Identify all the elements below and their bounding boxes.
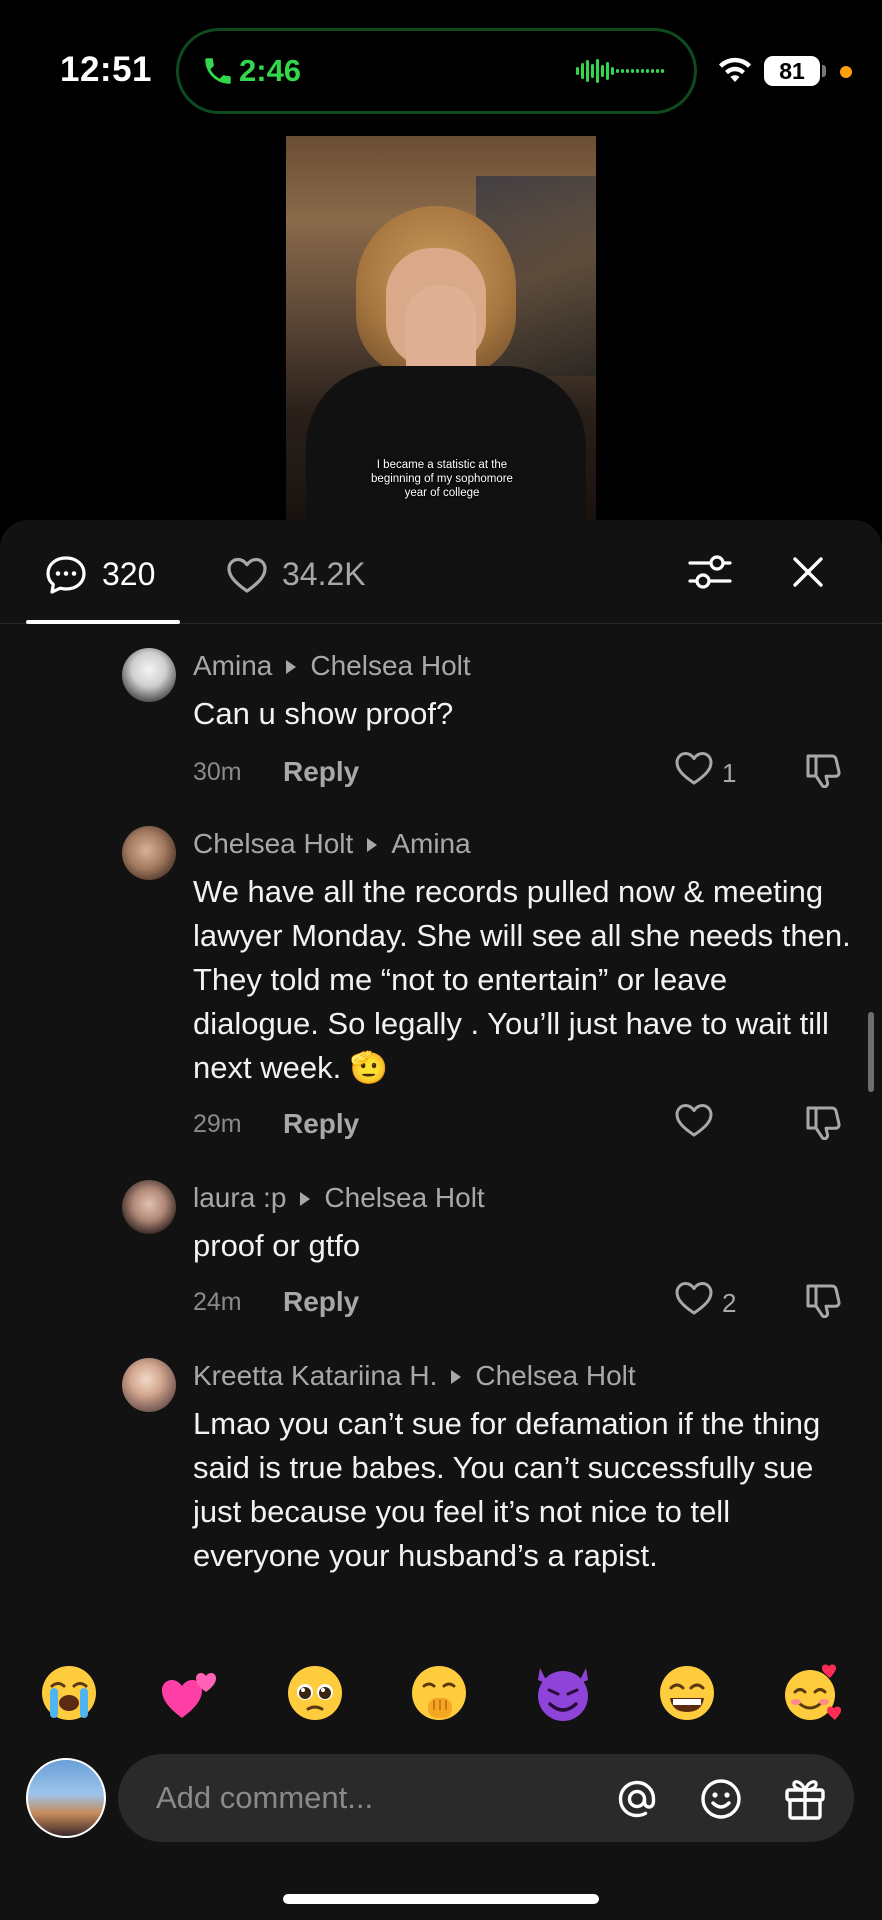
comment-input[interactable]: Add comment... xyxy=(118,1754,854,1842)
reply-to-user[interactable]: Chelsea Holt xyxy=(324,1182,484,1213)
comments-count: 320 xyxy=(102,556,156,592)
home-indicator[interactable] xyxy=(283,1894,599,1904)
reply-to-user[interactable]: Chelsea Holt xyxy=(475,1360,635,1391)
dislike-icon[interactable] xyxy=(804,1280,844,1318)
heart-icon[interactable] xyxy=(674,1280,714,1316)
privacy-indicator-dot xyxy=(840,66,852,78)
beaming-face-icon[interactable] xyxy=(656,1662,718,1724)
battery-tip xyxy=(822,65,826,77)
loudly-crying-face-icon[interactable] xyxy=(38,1662,100,1724)
comment-author[interactable]: Kreetta Katariina H. xyxy=(193,1360,437,1391)
status-bar: 12:51 2:46 81 xyxy=(0,0,882,130)
comment-meta: Amina Chelsea Holt xyxy=(193,650,471,682)
dynamic-island-call[interactable]: 2:46 xyxy=(176,28,697,114)
two-hearts-icon[interactable] xyxy=(160,1662,222,1724)
avatar[interactable] xyxy=(122,826,176,880)
comment-text: proof or gtfo xyxy=(193,1228,361,1263)
comment-meta: Kreetta Katariina H. Chelsea Holt xyxy=(193,1360,636,1392)
comment-text: Can u show proof? xyxy=(193,696,454,731)
face-with-hand-over-mouth-icon[interactable] xyxy=(408,1662,470,1724)
reply-arrow-icon xyxy=(367,837,378,852)
reply-button[interactable]: Reply xyxy=(283,1108,359,1140)
emoji-picker-icon[interactable] xyxy=(698,1776,744,1822)
heart-icon[interactable] xyxy=(674,750,714,786)
status-time: 12:51 xyxy=(60,50,153,89)
sheet-tabs: 320 34.2K xyxy=(0,520,882,624)
smiling-face-with-hearts-icon[interactable] xyxy=(780,1662,842,1724)
close-icon[interactable] xyxy=(790,554,826,590)
reply-arrow-icon xyxy=(286,659,297,674)
audio-waveform-icon xyxy=(576,59,664,83)
comment-text: Lmao you can’t sue for defamation if the… xyxy=(193,1406,821,1573)
heart-icon[interactable] xyxy=(674,1102,714,1138)
quick-emoji-row xyxy=(0,1652,882,1732)
video-thumbnail[interactable]: I became a statistic at the beginning of… xyxy=(286,136,596,520)
comment-meta: Chelsea Holt Amina xyxy=(193,828,471,860)
dislike-icon[interactable] xyxy=(804,750,844,788)
avatar[interactable] xyxy=(122,648,176,702)
reply-to-user[interactable]: Chelsea Holt xyxy=(310,650,470,681)
video-caption: I became a statistic at the beginning of… xyxy=(371,459,513,499)
comment-author[interactable]: laura :p xyxy=(193,1182,286,1213)
comment-meta: laura :p Chelsea Holt xyxy=(193,1182,485,1214)
avatar[interactable] xyxy=(122,1180,176,1234)
comment-bubble-icon xyxy=(46,556,86,594)
reply-to-user[interactable]: Amina xyxy=(391,828,470,859)
filter-sliders-icon[interactable] xyxy=(688,552,732,592)
comment-author[interactable]: Amina xyxy=(193,650,272,681)
comment-time: 30m xyxy=(193,758,242,786)
comment-time: 24m xyxy=(193,1288,242,1316)
dislike-icon[interactable] xyxy=(804,1102,844,1140)
wifi-icon xyxy=(719,57,751,82)
comment-time: 29m xyxy=(193,1110,242,1138)
mention-at-icon[interactable] xyxy=(614,1776,660,1822)
comment-input-placeholder[interactable]: Add comment... xyxy=(156,1780,373,1816)
call-duration: 2:46 xyxy=(239,53,302,88)
scrollbar[interactable] xyxy=(868,1012,874,1092)
pleading-face-icon[interactable] xyxy=(284,1662,346,1724)
reply-button[interactable]: Reply xyxy=(283,1286,359,1318)
heart-icon xyxy=(227,557,267,593)
battery-indicator: 81 xyxy=(764,56,820,86)
tab-comments[interactable]: 320 xyxy=(26,520,180,624)
tab-likes[interactable]: 34.2K xyxy=(222,520,392,624)
reply-button[interactable]: Reply xyxy=(283,756,359,788)
reply-arrow-icon xyxy=(300,1191,311,1206)
comment-text: We have all the records pulled now & mee… xyxy=(193,874,851,1085)
likes-count: 34.2K xyxy=(282,556,366,592)
gift-icon[interactable] xyxy=(782,1774,828,1822)
reply-arrow-icon xyxy=(451,1369,462,1384)
comment-author[interactable]: Chelsea Holt xyxy=(193,828,353,859)
phone-icon xyxy=(205,58,231,84)
avatar[interactable] xyxy=(122,1358,176,1412)
like-count: 1 xyxy=(722,758,737,788)
current-user-avatar[interactable] xyxy=(26,1758,106,1838)
smiling-face-with-horns-icon[interactable] xyxy=(532,1662,594,1724)
active-tab-indicator xyxy=(26,620,180,624)
like-count: 2 xyxy=(722,1288,737,1318)
